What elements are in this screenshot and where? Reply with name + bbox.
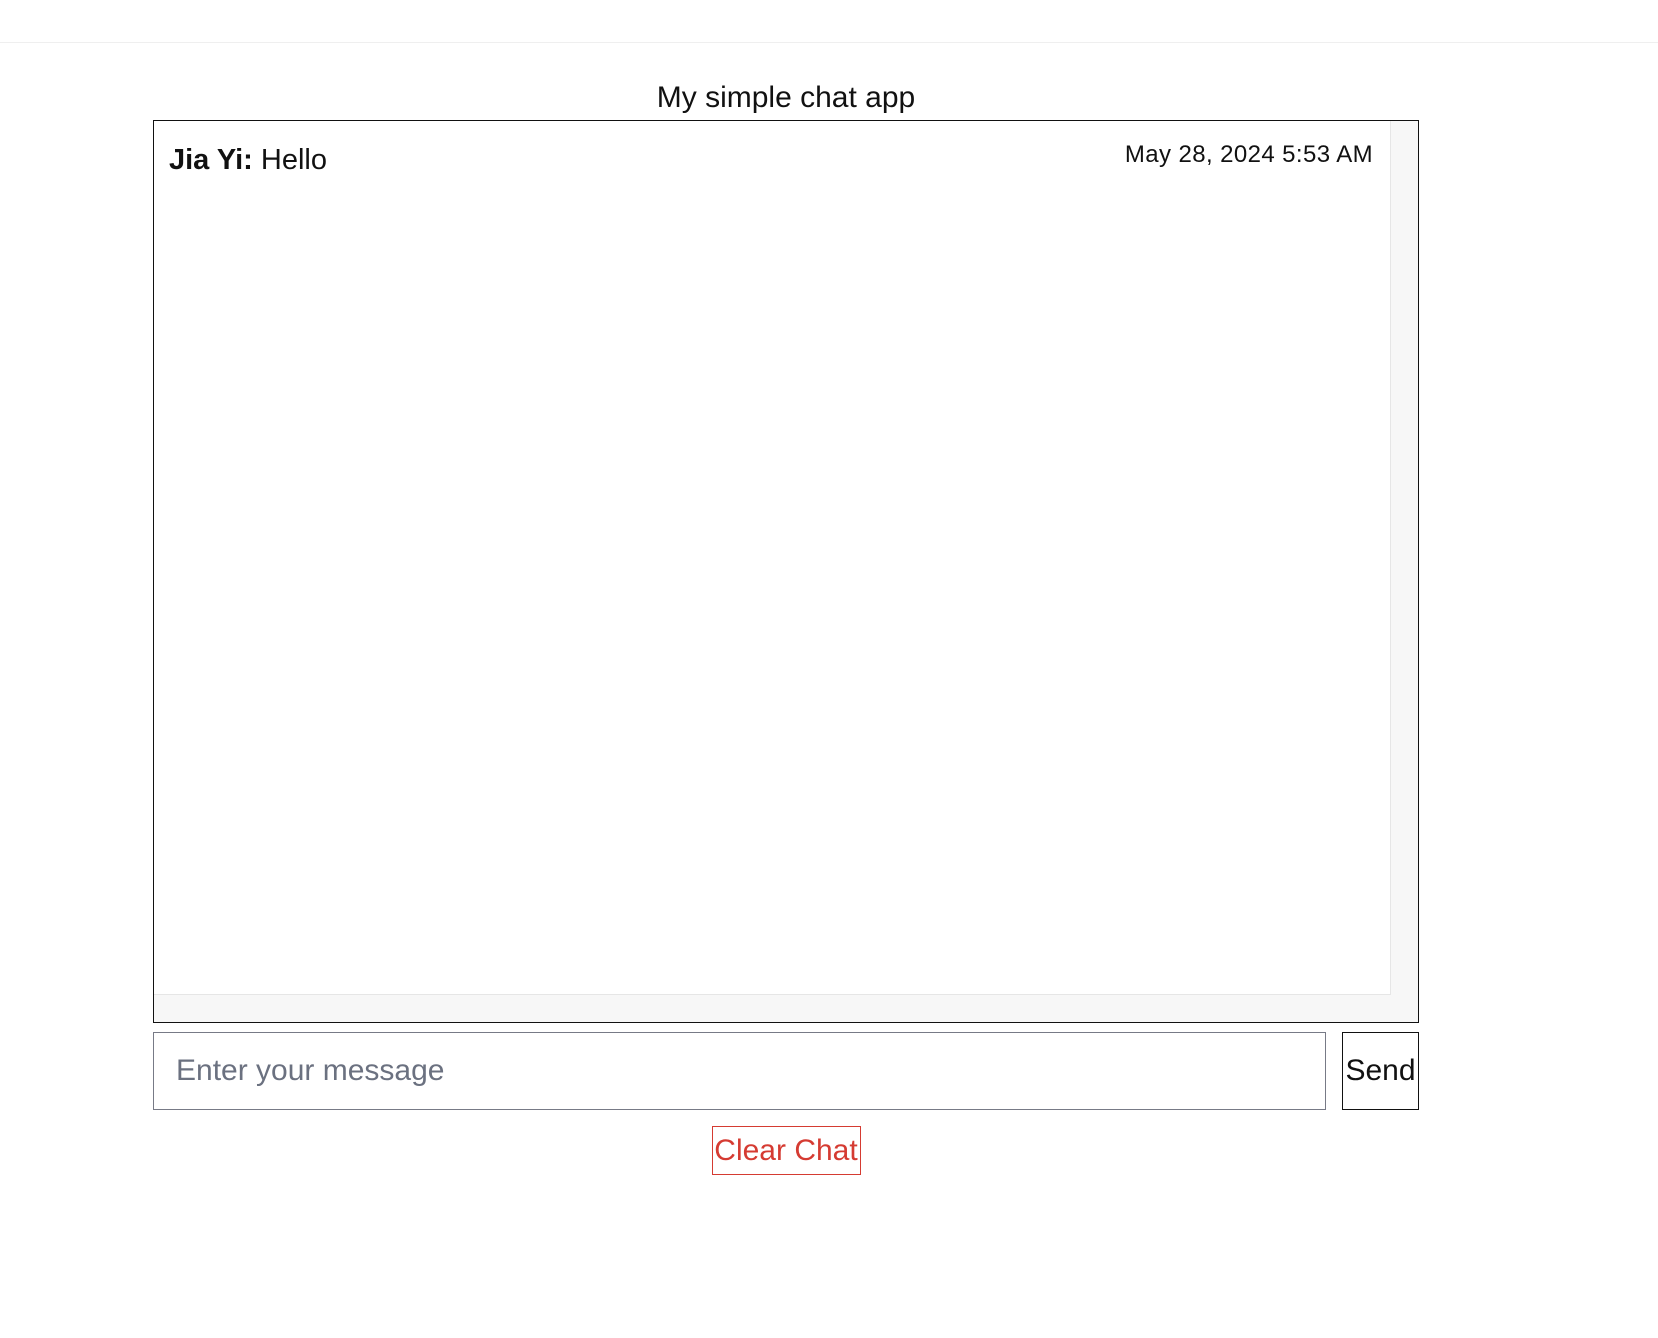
send-button[interactable]: Send <box>1342 1032 1419 1110</box>
message-content: Jia Yi: Hello <box>169 143 327 177</box>
message-timestamp: May 28, 2024 5:53 AM <box>1124 141 1373 168</box>
page-title: My simple chat app <box>656 81 916 114</box>
chat-app: My simple chat app Jia Yi: Hello May 28,… <box>153 70 1419 1175</box>
message-item: Jia Yi: Hello May 28, 2024 5:53 AM <box>154 121 1390 176</box>
message-composer: Send <box>153 1032 1419 1110</box>
message-input[interactable] <box>153 1032 1326 1110</box>
clear-chat-button[interactable]: Clear Chat <box>711 1126 861 1175</box>
message-sender: Jia Yi: <box>169 144 253 176</box>
horizontal-scrollbar[interactable] <box>154 994 1391 1022</box>
message-list: Jia Yi: Hello May 28, 2024 5:53 AM <box>154 121 1390 994</box>
message-text: Hello <box>260 144 327 176</box>
vertical-scrollbar[interactable] <box>1390 121 1418 995</box>
top-bar <box>0 0 1658 43</box>
chat-window[interactable]: Jia Yi: Hello May 28, 2024 5:53 AM <box>153 120 1419 1023</box>
scrollbar-corner <box>1391 995 1418 1022</box>
clear-chat-container: Clear Chat <box>153 1126 1419 1175</box>
